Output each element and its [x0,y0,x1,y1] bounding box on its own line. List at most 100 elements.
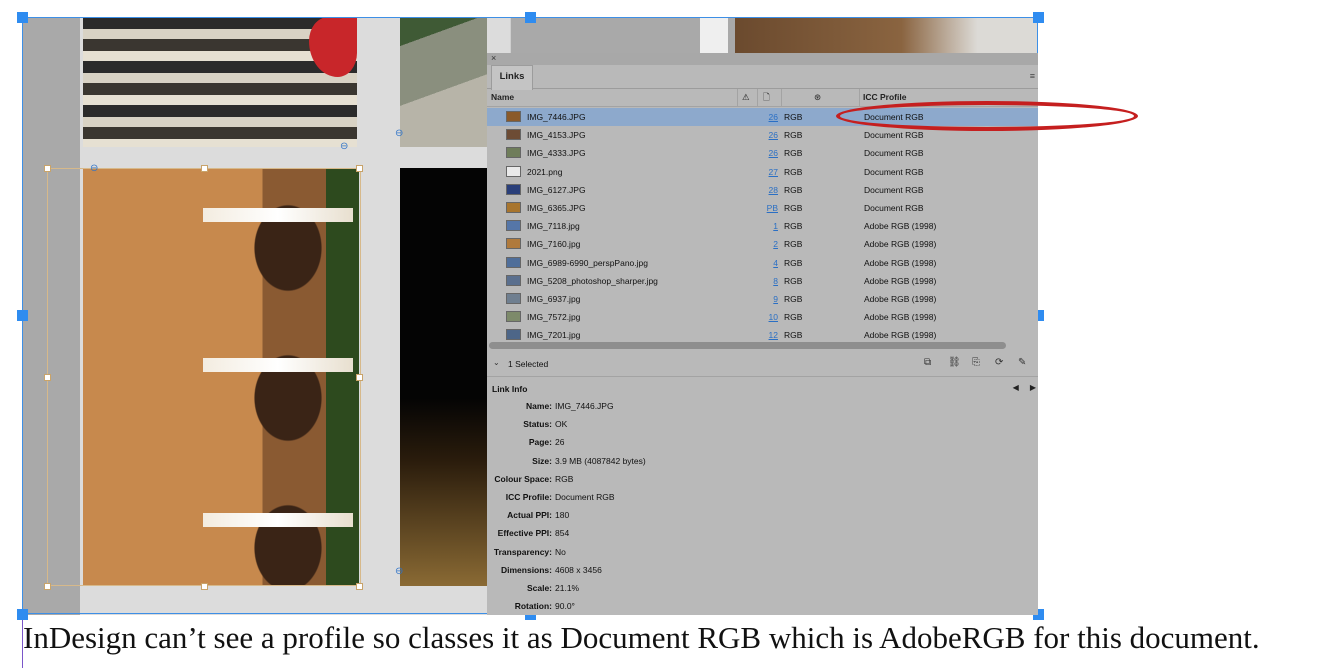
link-row[interactable]: IMG_6937.jpg 9 RGB Adobe RGB (1998) [487,290,1038,308]
column-divider [781,89,782,106]
link-page[interactable]: 8 [773,276,778,286]
frame-handle[interactable] [44,374,51,381]
panel-title-strip: × [487,53,1038,65]
link-page[interactable]: PB [767,203,778,213]
thumbnail-icon [506,111,521,122]
link-colour-space: RGB [784,275,803,286]
link-page[interactable]: 9 [773,294,778,304]
link-colour-space: RGB [784,330,803,341]
thumbnail-icon [506,238,521,250]
frame-handle[interactable] [44,165,51,172]
frame-handle[interactable] [201,583,208,590]
link-filename: IMG_7160.jpg [527,239,581,250]
color-space-icon[interactable]: ⊛ [814,92,821,103]
frame-handle[interactable] [356,165,363,172]
info-key: Scale: [526,583,552,593]
info-key: Rotation: [514,601,552,612]
info-key: Dimensions: [500,564,552,575]
link-row[interactable]: IMG_7118.jpg 1 RGB Adobe RGB (1998) [487,217,1038,235]
link-page[interactable]: 1 [773,221,778,231]
link-icc-profile: Document RGB [864,184,924,195]
thumbnail-icon [506,293,521,304]
frame-handle[interactable] [44,583,51,590]
tab-links[interactable]: Links [491,65,533,90]
info-value: 26 [555,437,565,448]
column-divider [859,89,860,106]
link-filename: IMG_7572.jpg [527,312,581,323]
resize-handle-left[interactable] [17,310,28,321]
update-link-icon[interactable]: ⟳ [995,357,1003,368]
column-name[interactable]: Name [491,92,514,102]
prev-arrow-icon[interactable]: ◀ [1013,383,1019,392]
link-page[interactable]: 26 [769,148,778,158]
resize-handle-bottom-left[interactable] [17,609,28,620]
info-value: Document RGB [555,492,615,502]
info-value: 180 [555,510,570,521]
link-row[interactable]: IMG_6365.JPG PB RGB Document RGB [487,199,1038,217]
resize-handle-top[interactable] [525,12,536,23]
link-icc-profile: Adobe RGB (1998) [864,275,937,286]
edit-original-icon[interactable]: ✎ [1018,357,1026,368]
link-info-header: Link Info ◀ ▶ [487,379,1038,399]
panel-tabbar [487,65,1038,89]
link-colour-space: RGB [784,239,803,250]
info-value: RGB [555,473,574,484]
relink-cc-icon[interactable]: ⧉ [924,357,931,368]
info-value: No [555,546,566,557]
close-icon[interactable]: × [491,53,496,63]
link-page[interactable]: 26 [769,112,778,122]
horizontal-scrollbar[interactable] [489,342,1006,349]
panel-menu-icon[interactable]: ≡ [1030,71,1035,81]
link-row[interactable]: 2021.png 27 RGB Document RGB [487,163,1038,181]
link-icc-profile: Document RGB [864,148,924,159]
link-row[interactable]: IMG_5208_photoshop_sharper.jpg 8 RGB Adobe … [487,272,1038,290]
link-filename: IMG_7201.jpg [527,330,581,341]
thumbnail-icon [506,311,521,323]
page-icon[interactable]: 🗋 [763,92,770,106]
frame-handle[interactable] [356,374,363,381]
link-colour-space: RGB [784,148,803,159]
link-page[interactable]: 2 [773,239,778,249]
link-icc-profile: Document RGB [864,130,924,141]
info-value: 854 [555,528,570,539]
info-value: OK [555,419,568,430]
link-row[interactable]: IMG_7160.jpg 2 RGB Adobe RGB (1998) [487,235,1038,253]
link-page[interactable]: 4 [773,258,778,268]
link-filename: IMG_6937.jpg [527,294,581,304]
link-icc-profile: Adobe RGB (1998) [864,294,937,304]
link-row[interactable]: IMG_4333.JPG 26 RGB Document RGB [487,144,1038,162]
resize-handle-top-left[interactable] [17,12,28,23]
link-row[interactable]: IMG_7572.jpg 10 RGB Adobe RGB (1998) [487,308,1038,326]
link-page[interactable]: 12 [769,330,778,340]
info-value: 4608 x 3456 [555,564,602,575]
link-filename: IMG_6365.JPG [527,203,586,213]
info-key: Effective PPI: [497,528,552,539]
link-row[interactable]: IMG_6127.JPG 28 RGB Document RGB [487,181,1038,199]
relink-icon[interactable]: ⛓ [948,357,961,368]
link-page[interactable]: 28 [769,185,778,195]
goto-link-icon[interactable]: ⎘ [972,357,980,368]
link-colour-space: RGB [784,294,803,304]
link-colour-space: RGB [784,257,803,268]
info-key: Transparency: [493,546,552,557]
link-colour-space: RGB [784,184,803,195]
column-icc-profile[interactable]: ICC Profile [863,92,906,102]
frame-handle[interactable] [201,165,208,172]
link-row[interactable]: IMG_6989-6990_perspPano.jpg 4 RGB Adobe RGB… [487,254,1038,272]
info-key: ICC Profile: [505,492,552,502]
next-arrow-icon[interactable]: ▶ [1030,383,1036,392]
info-key: Name: [526,401,552,411]
warning-icon[interactable]: ⚠ [742,92,750,103]
thumbnail-icon [506,147,521,159]
resize-handle-top-right[interactable] [1033,12,1044,23]
link-info-title: Link Info [492,384,528,394]
link-page[interactable]: 26 [769,130,778,140]
chevron-down-icon[interactable]: ⌄ [493,358,500,367]
frame-handle[interactable] [356,583,363,590]
info-value: 90.0° [555,601,575,612]
link-page[interactable]: 10 [769,312,778,322]
link-icc-profile: Document RGB [864,166,924,177]
info-value: 21.1% [555,583,580,593]
link-page[interactable]: 27 [769,167,778,177]
thumbnail-icon [506,329,521,341]
